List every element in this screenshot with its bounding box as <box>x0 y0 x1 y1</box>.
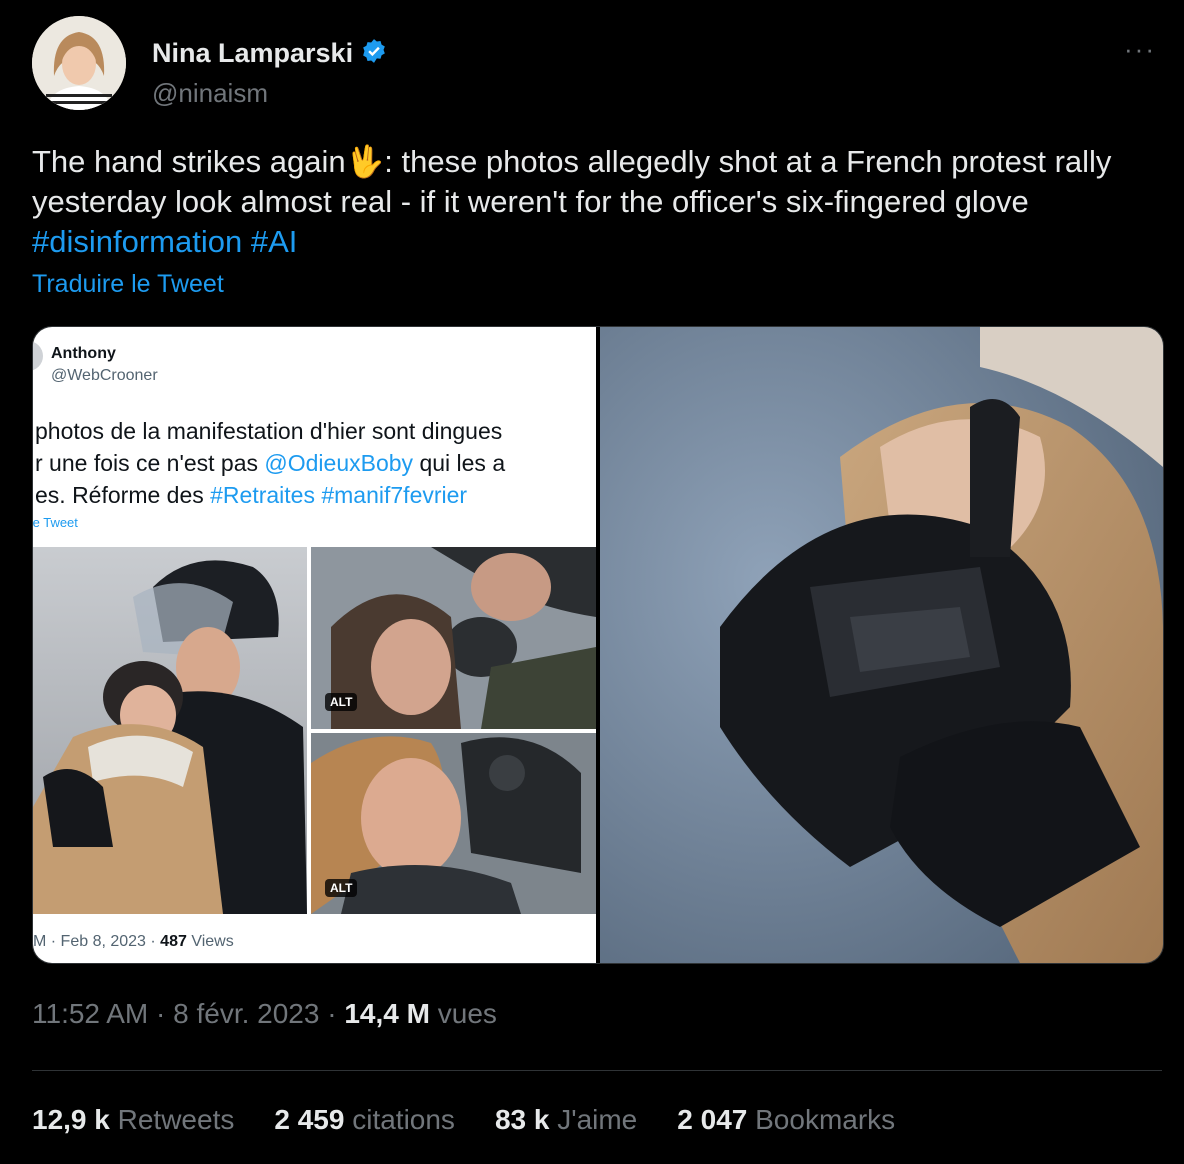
embedded-views-label: Views <box>186 933 234 950</box>
author-avatar[interactable] <box>32 16 126 110</box>
bookmarks-label: Bookmarks <box>755 1104 896 1135</box>
embedded-hashtags: #Retraites #manif7fevrier <box>210 482 468 508</box>
tweet-views-count: 14,4 M <box>344 998 430 1029</box>
stat-quotes[interactable]: 2 459 citations <box>274 1104 455 1136</box>
tweet-header: Nina Lamparski @ninaism ··· <box>32 16 1172 116</box>
embedded-author-name: Anthony <box>51 345 116 362</box>
stat-bookmarks[interactable]: 2 047 Bookmarks <box>677 1104 895 1136</box>
retweets-label: Retweets <box>117 1104 235 1135</box>
embedded-avatar <box>33 341 43 371</box>
embedded-line-2: r une fois ce n'est pas @OdieuxBoby qui … <box>35 447 596 479</box>
tweet-text: The hand strikes again🖖: these photos al… <box>32 142 1162 262</box>
vulcan-salute-emoji: 🖖 <box>345 144 385 179</box>
author-handle[interactable]: @ninaism <box>152 78 268 109</box>
embedded-line-2-suffix: qui les a <box>413 450 506 476</box>
tweet-text-start: The hand strikes again <box>32 144 346 179</box>
likes-label: J'aime <box>557 1104 638 1135</box>
tweet-time[interactable]: 11:52 AM <box>32 998 148 1029</box>
embedded-tweet-text: photos de la manifestation d'hier sont d… <box>35 415 596 511</box>
quotes-label: citations <box>352 1104 455 1135</box>
stat-retweets[interactable]: 12,9 k Retweets <box>32 1104 234 1136</box>
likes-count: 83 k <box>494 1104 550 1135</box>
embedded-line-3-prefix: es. Réforme des <box>35 482 211 508</box>
bookmarks-count: 2 047 <box>677 1104 748 1135</box>
hashtag-disinformation[interactable]: #disinformation <box>32 224 242 259</box>
stat-likes[interactable]: 83 k J'aime <box>495 1104 637 1136</box>
tweet-views-label: vues <box>437 998 497 1029</box>
embedded-photo-gasmask-2: ALT <box>311 733 596 914</box>
translate-tweet-link[interactable]: Traduire le Tweet <box>32 270 224 299</box>
engagement-stats: 12,9 k Retweets 2 459 citations 83 k J'a… <box>32 1104 895 1136</box>
quotes-count: 2 459 <box>274 1104 345 1135</box>
embedded-photo-gasmask-1: ALT <box>311 547 596 729</box>
embedded-line-2-prefix: r une fois ce n'est pas <box>35 450 265 476</box>
embedded-mention: @OdieuxBoby <box>264 450 414 476</box>
embedded-meta-date: M · Feb 8, 2023 · <box>33 933 161 950</box>
embedded-author-handle: @WebCrooner <box>51 367 158 384</box>
glove-closeup-photo[interactable] <box>600 327 1163 963</box>
embedded-tweet-screenshot[interactable]: Anthony @WebCrooner photos de la manifes… <box>33 327 596 963</box>
verified-badge-icon <box>361 38 387 69</box>
tweet-media[interactable]: Anthony @WebCrooner photos de la manifes… <box>32 326 1164 964</box>
embedded-views-count: 487 <box>160 933 187 950</box>
embedded-translate-link: te Tweet <box>33 515 78 530</box>
hashtag-ai[interactable]: #AI <box>251 224 298 259</box>
embedded-photo-grid: ALT ALT <box>33 547 596 914</box>
alt-badge-photo-3: ALT <box>325 879 358 897</box>
embedded-line-1: photos de la manifestation d'hier sont d… <box>35 418 503 444</box>
author-name[interactable]: Nina Lamparski <box>152 38 353 69</box>
embedded-photo-hug-officer <box>33 547 307 914</box>
stats-divider <box>32 1070 1162 1071</box>
more-options-icon[interactable]: ··· <box>1124 34 1156 65</box>
embedded-tweet-meta: M · Feb 8, 2023 · 487 Views <box>33 933 234 951</box>
tweet-date[interactable]: 8 févr. 2023 <box>173 998 319 1029</box>
alt-badge-photo-2: ALT <box>325 693 358 711</box>
author-name-row: Nina Lamparski <box>152 38 387 69</box>
retweets-count: 12,9 k <box>32 1104 110 1135</box>
embedded-line-3: es. Réforme des #Retraites #manif7fevrie… <box>35 479 596 511</box>
tweet-timestamp[interactable]: 11:52 AM · 8 févr. 2023 · 14,4 M vues <box>32 998 497 1030</box>
